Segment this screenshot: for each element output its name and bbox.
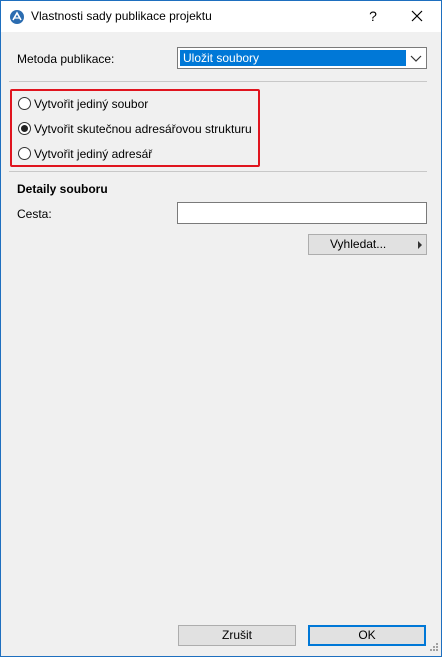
radio-label: Vytvořit jediný adresář <box>34 147 153 161</box>
resize-grip-icon[interactable] <box>427 642 439 654</box>
file-details-heading: Detaily souboru <box>17 182 108 196</box>
publish-method-label: Metoda publikace: <box>17 52 115 66</box>
window-title: Vlastnosti sady publikace projektu <box>31 9 212 23</box>
dialog-window: Vlastnosti sady publikace projektu ? Met… <box>0 0 442 657</box>
archicad-app-icon <box>9 9 25 25</box>
radio-button[interactable] <box>18 122 31 135</box>
browse-button-label: Vyhledat... <box>330 237 387 251</box>
separator <box>9 81 427 82</box>
arrow-right-icon <box>418 241 422 249</box>
publish-method-selected-value: Uložit soubory <box>180 50 406 66</box>
radio-single-directory[interactable]: Vytvořit jediný adresář <box>18 146 168 162</box>
publish-method-select[interactable]: Uložit soubory <box>177 47 427 69</box>
close-icon <box>411 10 423 22</box>
path-input[interactable] <box>177 202 427 224</box>
ok-button[interactable]: OK <box>308 625 426 646</box>
cancel-button[interactable]: Zrušit <box>178 625 296 646</box>
help-button[interactable]: ? <box>359 3 387 29</box>
chevron-down-icon <box>410 55 422 62</box>
close-button[interactable] <box>399 3 435 29</box>
path-label: Cesta: <box>17 207 52 221</box>
radio-label: Vytvořit jediný soubor <box>34 97 149 111</box>
radio-label: Vytvořit skutečnou adresářovou strukturu <box>34 122 252 136</box>
browse-button[interactable]: Vyhledat... <box>308 234 427 255</box>
radio-real-directory-structure[interactable]: Vytvořit skutečnou adresářovou strukturu <box>18 121 253 137</box>
radio-single-file[interactable]: Vytvořit jediný soubor <box>18 96 168 112</box>
separator <box>9 171 427 172</box>
radio-button[interactable] <box>18 147 31 160</box>
radio-button[interactable] <box>18 97 31 110</box>
title-bar: Vlastnosti sady publikace projektu ? <box>1 1 441 32</box>
